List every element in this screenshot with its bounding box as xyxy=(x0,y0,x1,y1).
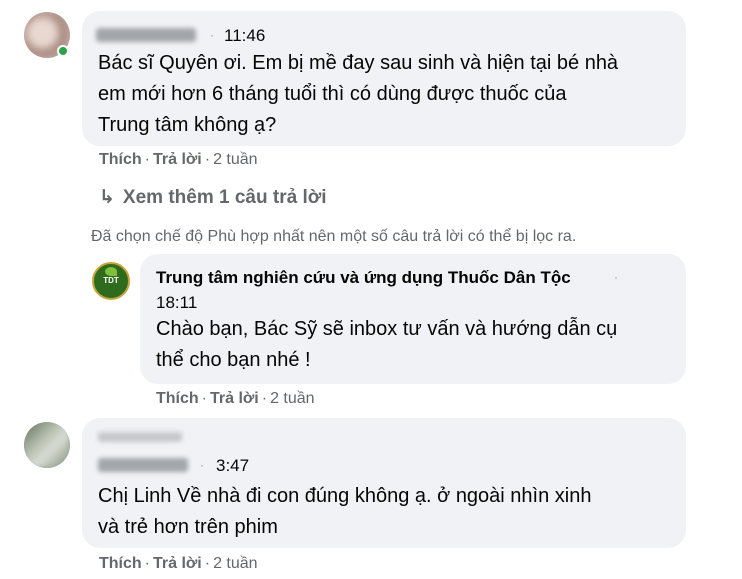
comment-text: Chào bạn, Bác Sỹ sẽ inbox tư vấn và hướn… xyxy=(156,318,618,371)
reply-button[interactable]: Trả lời xyxy=(153,555,202,572)
comment-actions: Thích · Trả lời · 2 tuần xyxy=(99,555,258,572)
comment-age[interactable]: 2 tuần xyxy=(213,555,257,572)
comment-bubble: · 3:47 Chị Linh Về nhà đi con đúng không… xyxy=(82,418,686,548)
separator-dot: · xyxy=(614,270,618,284)
commenter-badge-redacted xyxy=(98,432,182,442)
comment-time[interactable]: 18:11 xyxy=(156,293,197,313)
reply-bubble: Trung tâm nghiên cứu và ứng dụng Thuốc D… xyxy=(140,254,686,384)
comment-text: Chị Linh Về nhà đi con đúng không ạ. ở n… xyxy=(98,485,592,538)
page-avatar-label: TDT xyxy=(103,276,119,285)
commenter-name-redacted[interactable] xyxy=(96,28,196,42)
reply-button[interactable]: Trả lời xyxy=(210,390,259,407)
commenter-name-redacted[interactable] xyxy=(98,458,188,472)
filter-note: Đã chọn chế độ Phù hợp nhất nên một số c… xyxy=(91,228,577,245)
reply-button[interactable]: Trả lời xyxy=(153,151,202,168)
comment-actions: Thích · Trả lời · 2 tuần xyxy=(99,151,258,168)
separator-dot: · xyxy=(210,28,214,42)
separator-dot: · xyxy=(200,458,204,472)
comment-time[interactable]: 11:46 xyxy=(224,26,265,46)
reply-arrow-icon: ↳ xyxy=(99,187,115,208)
avatar[interactable] xyxy=(24,422,70,468)
comment-time[interactable]: 3:47 xyxy=(216,456,249,476)
comment-actions: Thích · Trả lời · 2 tuần xyxy=(156,390,315,407)
comment-age[interactable]: 2 tuần xyxy=(270,390,314,407)
comment-text: Bác sĩ Quyên ơi. Em bị mề đay sau sinh v… xyxy=(98,52,619,136)
leaf-logo-icon xyxy=(105,267,117,276)
view-more-replies-link[interactable]: ↳ Xem thêm 1 câu trả lời xyxy=(99,186,327,209)
like-button[interactable]: Thích xyxy=(99,151,142,168)
page-avatar[interactable]: TDT xyxy=(92,262,130,300)
comment-bubble: · 11:46 Bác sĩ Quyên ơi. Em bị mề đay sa… xyxy=(82,11,686,146)
like-button[interactable]: Thích xyxy=(99,555,142,572)
commenter-name[interactable]: Trung tâm nghiên cứu và ứng dụng Thuốc D… xyxy=(156,268,571,288)
online-status-icon xyxy=(57,45,69,57)
comment-age[interactable]: 2 tuần xyxy=(213,151,257,168)
like-button[interactable]: Thích xyxy=(156,390,199,407)
